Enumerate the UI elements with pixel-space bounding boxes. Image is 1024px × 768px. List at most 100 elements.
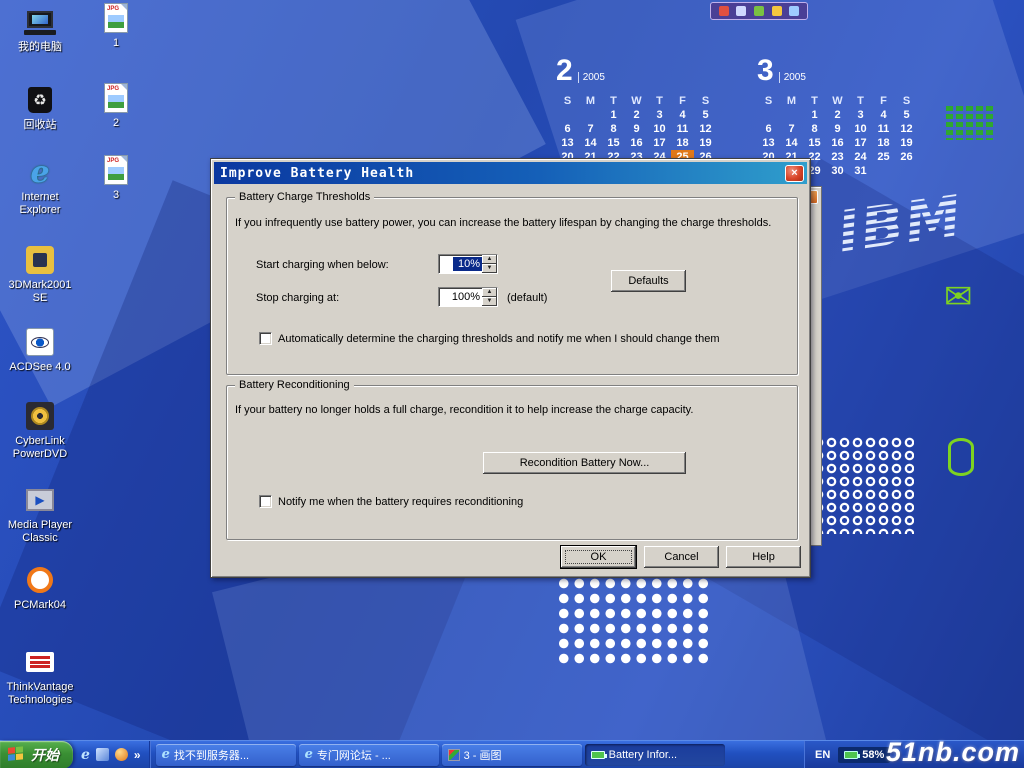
calendar-month-number: 2 <box>556 56 573 86</box>
envelope-icon: ✉ <box>944 280 973 314</box>
defaults-button[interactable]: Defaults <box>611 270 686 292</box>
desktop-icon-media-player-classic[interactable]: ▶ Media Player Classic <box>2 484 78 545</box>
calendar-day: 25 <box>872 150 895 164</box>
desktop-icon-pcmark04[interactable]: PCMark04 <box>2 564 78 612</box>
desktop-icon-label: 2 <box>113 117 119 130</box>
desktop-icon-label: ThinkVantage Technologies <box>2 681 78 707</box>
ok-button[interactable]: OK <box>561 546 636 568</box>
calendar-day: 23 <box>826 150 849 164</box>
wallpaper-dot-grid <box>556 576 714 668</box>
task-buttons: e 找不到服务器... e 专门网论坛 - ... 3 - 画图 Battery… <box>150 744 804 766</box>
calendar-day: 9 <box>826 122 849 136</box>
calendar-day: 4 <box>671 108 694 122</box>
tray-toolbar-icon[interactable] <box>736 6 746 16</box>
desktop-icon-acdsee[interactable]: ACDSee 4.0 <box>2 326 78 374</box>
stop-charging-label: Stop charging at: <box>256 292 339 304</box>
spinner-up-icon[interactable]: ▲ <box>482 255 497 264</box>
desktop-icon-recycle-bin[interactable]: ♻ 回收站 <box>2 84 78 132</box>
jpg-file-icon: JPG <box>99 154 133 186</box>
calendar-day: 15 <box>803 136 826 150</box>
task-button-server-not-found[interactable]: e 找不到服务器... <box>156 744 296 766</box>
start-threshold-spinner[interactable]: 10% ▲ ▼ <box>438 254 498 274</box>
tray-toolbar-icon[interactable] <box>772 6 782 16</box>
calendar-day: 18 <box>671 136 694 150</box>
calendar-day-header: M <box>579 94 602 108</box>
cylinder-icon <box>948 438 974 476</box>
calendar-day: 3 <box>849 108 872 122</box>
desktop-icon-internet-explorer[interactable]: e Internet Explorer <box>2 156 78 217</box>
calendar-day: 6 <box>757 122 780 136</box>
calendar-day: 30 <box>826 164 849 178</box>
quick-launch-overflow-icon[interactable]: » <box>134 748 141 762</box>
start-button-label: 开始 <box>31 745 59 765</box>
task-button-paint[interactable]: 3 - 画图 <box>442 744 582 766</box>
desktop-icon-jpg-3[interactable]: JPG 3 <box>82 154 150 202</box>
ie-icon: e <box>162 747 170 762</box>
keypad-grid-icon <box>946 106 994 145</box>
start-threshold-value[interactable]: 10% <box>453 257 482 271</box>
calendar-day: 10 <box>849 122 872 136</box>
calendar-day: 11 <box>872 122 895 136</box>
calendar-day-header: S <box>556 94 579 108</box>
thinkvantage-icon <box>23 646 57 678</box>
battery-indicator[interactable]: 58% <box>838 747 890 763</box>
stop-default-note: (default) <box>507 292 547 304</box>
task-button-forum[interactable]: e 专门网论坛 - ... <box>299 744 439 766</box>
calendar-day-header: W <box>625 94 648 108</box>
thresholds-description: If you infrequently use battery power, y… <box>235 217 791 229</box>
language-indicator[interactable]: EN <box>815 749 830 761</box>
internet-explorer-icon: e <box>23 156 57 188</box>
calendar-day: 17 <box>648 136 671 150</box>
quick-launch-ie-icon[interactable]: e <box>81 747 90 763</box>
recondition-battery-button[interactable]: Recondition Battery Now... <box>483 452 686 474</box>
desktop-icon-jpg-2[interactable]: JPG 2 <box>82 82 150 130</box>
tray-toolbar-icon[interactable] <box>789 6 799 16</box>
task-button-label: 3 - 画图 <box>464 747 502 763</box>
calendar-day-header: W <box>826 94 849 108</box>
cancel-button[interactable]: Cancel <box>644 546 719 568</box>
calendar-day: 12 <box>694 122 717 136</box>
stop-threshold-value[interactable]: 100% <box>439 288 482 306</box>
auto-determine-checkbox[interactable] <box>259 332 272 345</box>
calendar-day-header: T <box>849 94 872 108</box>
desktop-icon-label: ACDSee 4.0 <box>9 361 70 374</box>
start-button[interactable]: 开始 <box>0 741 73 768</box>
group-title: Battery Reconditioning <box>235 379 354 391</box>
tray-toolbar[interactable] <box>710 2 808 20</box>
dialog-title: Improve Battery Health <box>220 166 785 181</box>
spinner-down-icon[interactable]: ▼ <box>482 297 497 306</box>
desktop-icon-jpg-1[interactable]: JPG 1 <box>82 2 150 50</box>
spinner-down-icon[interactable]: ▼ <box>482 264 497 273</box>
notify-reconditioning-checkbox-label: Notify me when the battery requires reco… <box>278 496 788 508</box>
calendar-day <box>757 108 780 122</box>
calendar-day <box>895 164 918 178</box>
desktop-icon-powerdvd[interactable]: CyberLink PowerDVD <box>2 400 78 461</box>
calendar-day: 3 <box>648 108 671 122</box>
help-button[interactable]: Help <box>726 546 801 568</box>
calendar-day: 12 <box>895 122 918 136</box>
calendar-day: 1 <box>602 108 625 122</box>
quick-launch-media-icon[interactable] <box>115 748 128 761</box>
desktop-icon-my-computer[interactable]: 我的电脑 <box>2 6 78 54</box>
calendar-day: 7 <box>780 122 803 136</box>
battery-icon <box>591 751 605 759</box>
notify-reconditioning-checkbox[interactable] <box>259 495 272 508</box>
spinner-up-icon[interactable]: ▲ <box>482 288 497 297</box>
task-button-battery-information[interactable]: Battery Infor... <box>585 744 725 766</box>
desktop-icon-3dmark2001[interactable]: 3DMark2001 SE <box>2 244 78 305</box>
tray-toolbar-icon[interactable] <box>719 6 729 16</box>
tray-toolbar-icon[interactable] <box>754 6 764 16</box>
calendar-day-header: F <box>671 94 694 108</box>
calendar-day <box>872 164 895 178</box>
quick-launch-show-desktop-icon[interactable] <box>96 748 109 761</box>
calendar-day: 16 <box>625 136 648 150</box>
calendar-month-title: 3 2005 <box>757 56 918 86</box>
close-icon[interactable]: × <box>785 165 804 182</box>
media-player-classic-icon: ▶ <box>23 484 57 516</box>
calendar-day-header: F <box>872 94 895 108</box>
dialog-title-bar[interactable]: Improve Battery Health × <box>214 162 807 184</box>
stop-threshold-spinner[interactable]: 100% ▲ ▼ <box>438 287 498 307</box>
desktop-icon-thinkvantage[interactable]: ThinkVantage Technologies <box>2 646 78 707</box>
battery-icon <box>844 751 858 759</box>
recycle-bin-icon: ♻ <box>23 84 57 116</box>
